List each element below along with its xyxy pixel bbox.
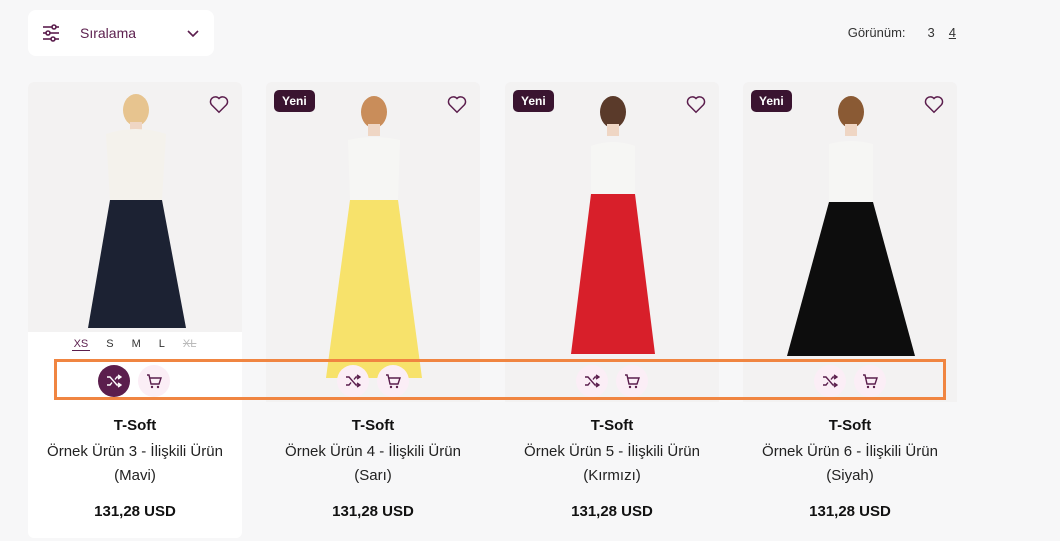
- cart-icon: [863, 374, 878, 389]
- filter-sliders-icon: [43, 24, 59, 42]
- product-variant: (Mavi): [114, 467, 156, 484]
- product-brand: T-Soft: [590, 417, 634, 434]
- product-image[interactable]: [28, 82, 242, 332]
- product-image[interactable]: Yeni: [505, 82, 719, 402]
- shuffle-icon: [585, 374, 600, 388]
- shuffle-icon: [107, 374, 122, 388]
- size-xs[interactable]: XS: [71, 338, 91, 351]
- heart-icon[interactable]: [685, 93, 707, 115]
- view-option-4[interactable]: 4: [949, 25, 956, 40]
- sort-dropdown[interactable]: Sıralama: [28, 10, 214, 56]
- product-name[interactable]: Örnek Ürün 3 - İlişkili Ürün (Mavi): [28, 440, 242, 488]
- add-to-cart-button[interactable]: [138, 365, 170, 397]
- new-badge: Yeni: [513, 90, 554, 112]
- model-photo: [28, 82, 242, 332]
- product-name[interactable]: Örnek Ürün 4 - İlişkili Ürün (Sarı): [266, 440, 480, 488]
- product-image[interactable]: Yeni: [743, 82, 957, 402]
- sort-label: Sıralama: [80, 25, 137, 41]
- size-l[interactable]: L: [157, 338, 167, 351]
- compare-button[interactable]: [98, 365, 130, 397]
- product-brand: T-Soft: [351, 417, 395, 434]
- compare-button[interactable]: [576, 365, 608, 397]
- card-actions: [743, 365, 957, 397]
- product-variant: (Kırmızı): [583, 467, 641, 484]
- product-name-line: Örnek Ürün 5 - İlişkili Ürün: [524, 443, 700, 460]
- product-image[interactable]: Yeni: [266, 82, 480, 402]
- size-m[interactable]: M: [130, 338, 143, 351]
- view-label: Görünüm:: [847, 25, 906, 40]
- product-brand: T-Soft: [113, 417, 157, 434]
- product-card[interactable]: Yeni T-Soft Örnek Ürün 5 - İlişkili Ürün…: [505, 82, 719, 538]
- cart-icon: [625, 374, 640, 389]
- product-brand: T-Soft: [828, 417, 872, 434]
- size-xl: XL: [182, 338, 197, 350]
- product-price: 131,28 USD: [94, 503, 176, 520]
- heart-icon[interactable]: [208, 93, 230, 115]
- product-price: 131,28 USD: [809, 503, 891, 520]
- add-to-cart-button[interactable]: [854, 365, 886, 397]
- product-name-line: Örnek Ürün 4 - İlişkili Ürün: [285, 443, 461, 460]
- product-price: 131,28 USD: [571, 503, 653, 520]
- add-to-cart-button[interactable]: [616, 365, 648, 397]
- new-badge: Yeni: [751, 90, 792, 112]
- cart-icon: [386, 374, 401, 389]
- view-option-3[interactable]: 3: [928, 25, 935, 40]
- product-name[interactable]: Örnek Ürün 5 - İlişkili Ürün (Kırmızı): [505, 440, 719, 488]
- model-photo: [743, 82, 957, 402]
- product-card[interactable]: Yeni T-Soft Örnek Ürün 6 - İlişkili Ürün…: [743, 82, 957, 538]
- heart-icon[interactable]: [923, 93, 945, 115]
- size-options: XS S M L XL: [28, 338, 242, 351]
- product-variant: (Sarı): [354, 467, 392, 484]
- chevron-down-icon: [187, 30, 199, 38]
- product-card[interactable]: XS S M L XL T-Soft Örnek Ürün 3 - İlişki…: [28, 82, 242, 538]
- new-badge: Yeni: [274, 90, 315, 112]
- shuffle-icon: [346, 374, 361, 388]
- compare-button[interactable]: [814, 365, 846, 397]
- card-actions: [266, 365, 480, 397]
- size-s[interactable]: S: [104, 338, 115, 351]
- shuffle-icon: [823, 374, 838, 388]
- product-name-line: Örnek Ürün 6 - İlişkili Ürün: [762, 443, 938, 460]
- heart-icon[interactable]: [446, 93, 468, 115]
- view-switch: Görünüm: 3 4: [848, 25, 960, 40]
- model-photo: [505, 82, 719, 402]
- product-variant: (Siyah): [826, 467, 874, 484]
- product-name-line: Örnek Ürün 3 - İlişkili Ürün: [47, 443, 223, 460]
- product-price: 131,28 USD: [332, 503, 414, 520]
- add-to-cart-button[interactable]: [377, 365, 409, 397]
- card-actions: [28, 365, 242, 397]
- card-actions: [505, 365, 719, 397]
- compare-button[interactable]: [337, 365, 369, 397]
- model-photo: [266, 82, 480, 402]
- cart-icon: [147, 374, 162, 389]
- product-card[interactable]: Yeni T-Soft Örnek Ürün 4 - İlişkili Ürün…: [266, 82, 480, 538]
- product-name[interactable]: Örnek Ürün 6 - İlişkili Ürün (Siyah): [743, 440, 957, 488]
